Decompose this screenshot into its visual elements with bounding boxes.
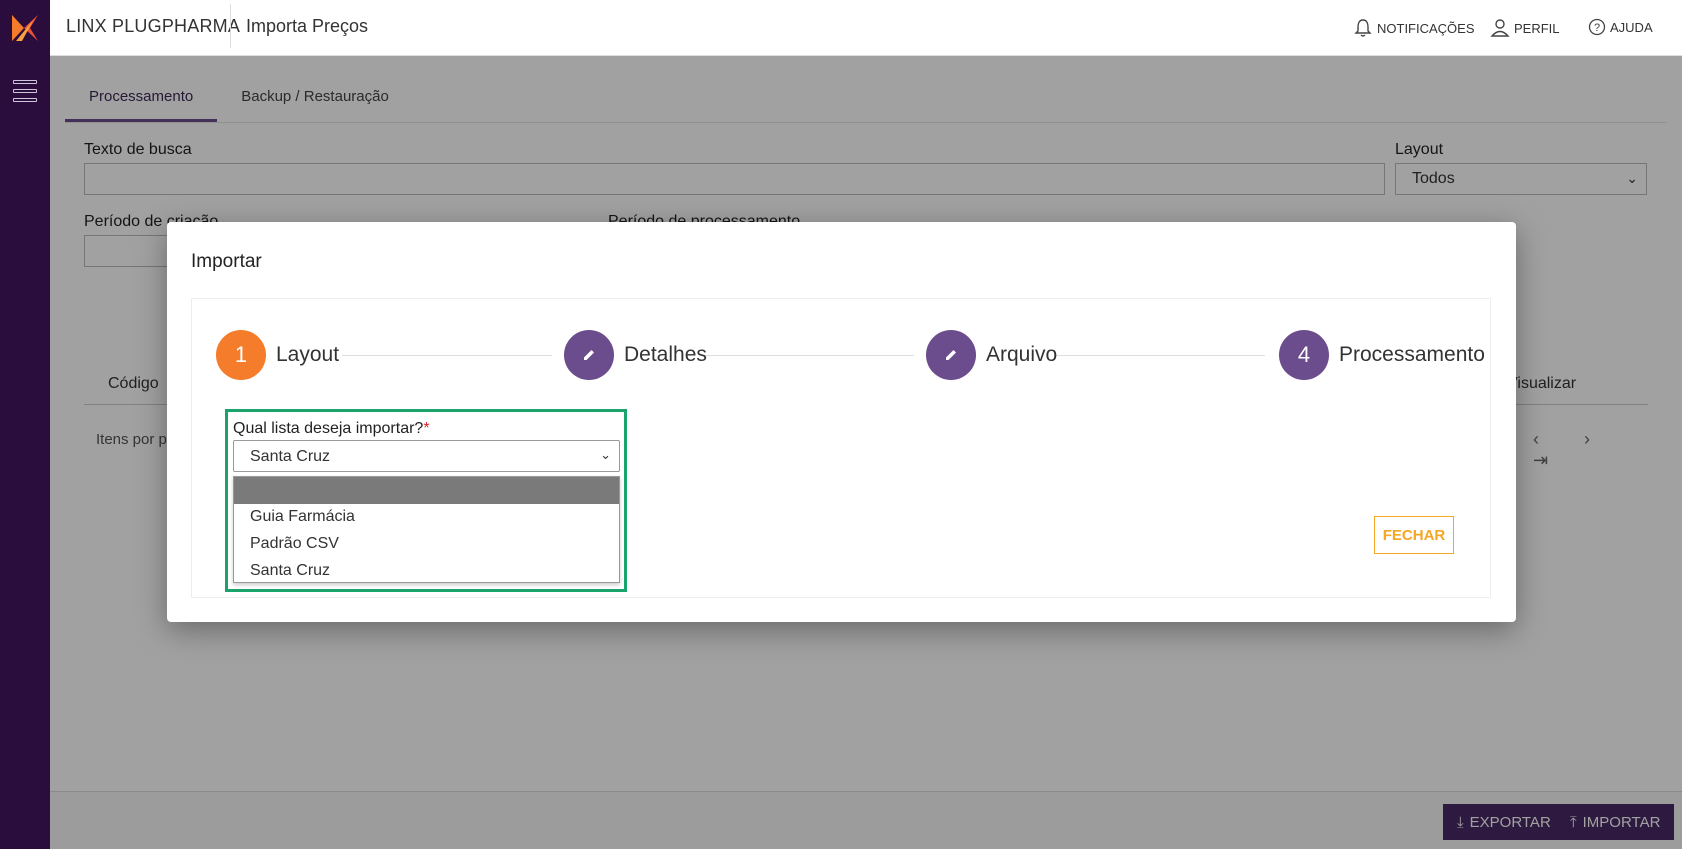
- step-arquivo[interactable]: Arquivo: [926, 330, 1057, 380]
- help-link[interactable]: ? AJUDA: [1588, 18, 1653, 36]
- dropdown-option[interactable]: Santa Cruz: [234, 558, 619, 585]
- question-text: Qual lista deseja importar?: [233, 420, 424, 437]
- user-icon: [1490, 18, 1510, 38]
- notifications-label: NOTIFICAÇÕES: [1377, 20, 1475, 36]
- page-title: Importa Preços: [246, 16, 369, 36]
- linx-logo[interactable]: [0, 0, 50, 56]
- help-label: AJUDA: [1610, 19, 1653, 35]
- pencil-icon: [926, 330, 976, 380]
- help-circle-icon: ?: [1588, 18, 1606, 36]
- dropdown-option-empty[interactable]: [234, 477, 619, 504]
- profile-label: PERFIL: [1514, 20, 1560, 36]
- step-label: Arquivo: [986, 343, 1058, 366]
- pencil-icon: [564, 330, 614, 380]
- top-header: LINX PLUGPHARMA Importa Preços NOTIFICAÇ…: [50, 0, 1682, 56]
- list-select[interactable]: Santa Cruz ⌄: [233, 440, 620, 472]
- step-number: 4: [1279, 330, 1329, 380]
- step-connector: [342, 355, 552, 356]
- header-divider: [230, 4, 231, 48]
- bell-icon: [1353, 18, 1373, 38]
- step-label: Processamento: [1339, 343, 1485, 366]
- step-label: Layout: [276, 343, 340, 366]
- app-name: LINX PLUGPHARMA: [66, 16, 241, 36]
- list-select-value: Santa Cruz: [250, 448, 331, 465]
- step-label: Detalhes: [624, 343, 707, 366]
- svg-text:?: ?: [1594, 22, 1600, 34]
- dropdown-option[interactable]: Padrão CSV: [234, 531, 619, 558]
- step-connector: [1055, 355, 1265, 356]
- chevron-down-icon: ⌄: [600, 447, 611, 462]
- stepper-container: 1 Layout Detalhes Arquivo 4 Processament…: [191, 298, 1491, 598]
- profile-link[interactable]: PERFIL: [1490, 18, 1560, 38]
- list-select-highlight: Qual lista deseja importar?* Santa Cruz …: [225, 409, 627, 592]
- step-processamento[interactable]: 4 Processamento: [1279, 330, 1485, 380]
- notifications-link[interactable]: NOTIFICAÇÕES: [1353, 18, 1475, 38]
- list-question-label: Qual lista deseja importar?*: [233, 420, 430, 438]
- step-layout[interactable]: 1 Layout: [216, 330, 339, 380]
- step-detalhes[interactable]: Detalhes: [564, 330, 707, 380]
- modal-title: Importar: [191, 251, 262, 272]
- step-number: 1: [216, 330, 266, 380]
- import-modal: Importar 1 Layout Detalhes Arquivo 4 Pro…: [167, 222, 1516, 622]
- step-connector: [704, 355, 914, 356]
- required-mark: *: [423, 420, 430, 437]
- close-button[interactable]: FECHAR: [1374, 516, 1454, 554]
- menu-icon[interactable]: [13, 80, 37, 102]
- list-dropdown: Guia Farmácia Padrão CSV Santa Cruz: [233, 476, 620, 583]
- dropdown-option[interactable]: Guia Farmácia: [234, 504, 619, 531]
- sidebar: [0, 0, 50, 849]
